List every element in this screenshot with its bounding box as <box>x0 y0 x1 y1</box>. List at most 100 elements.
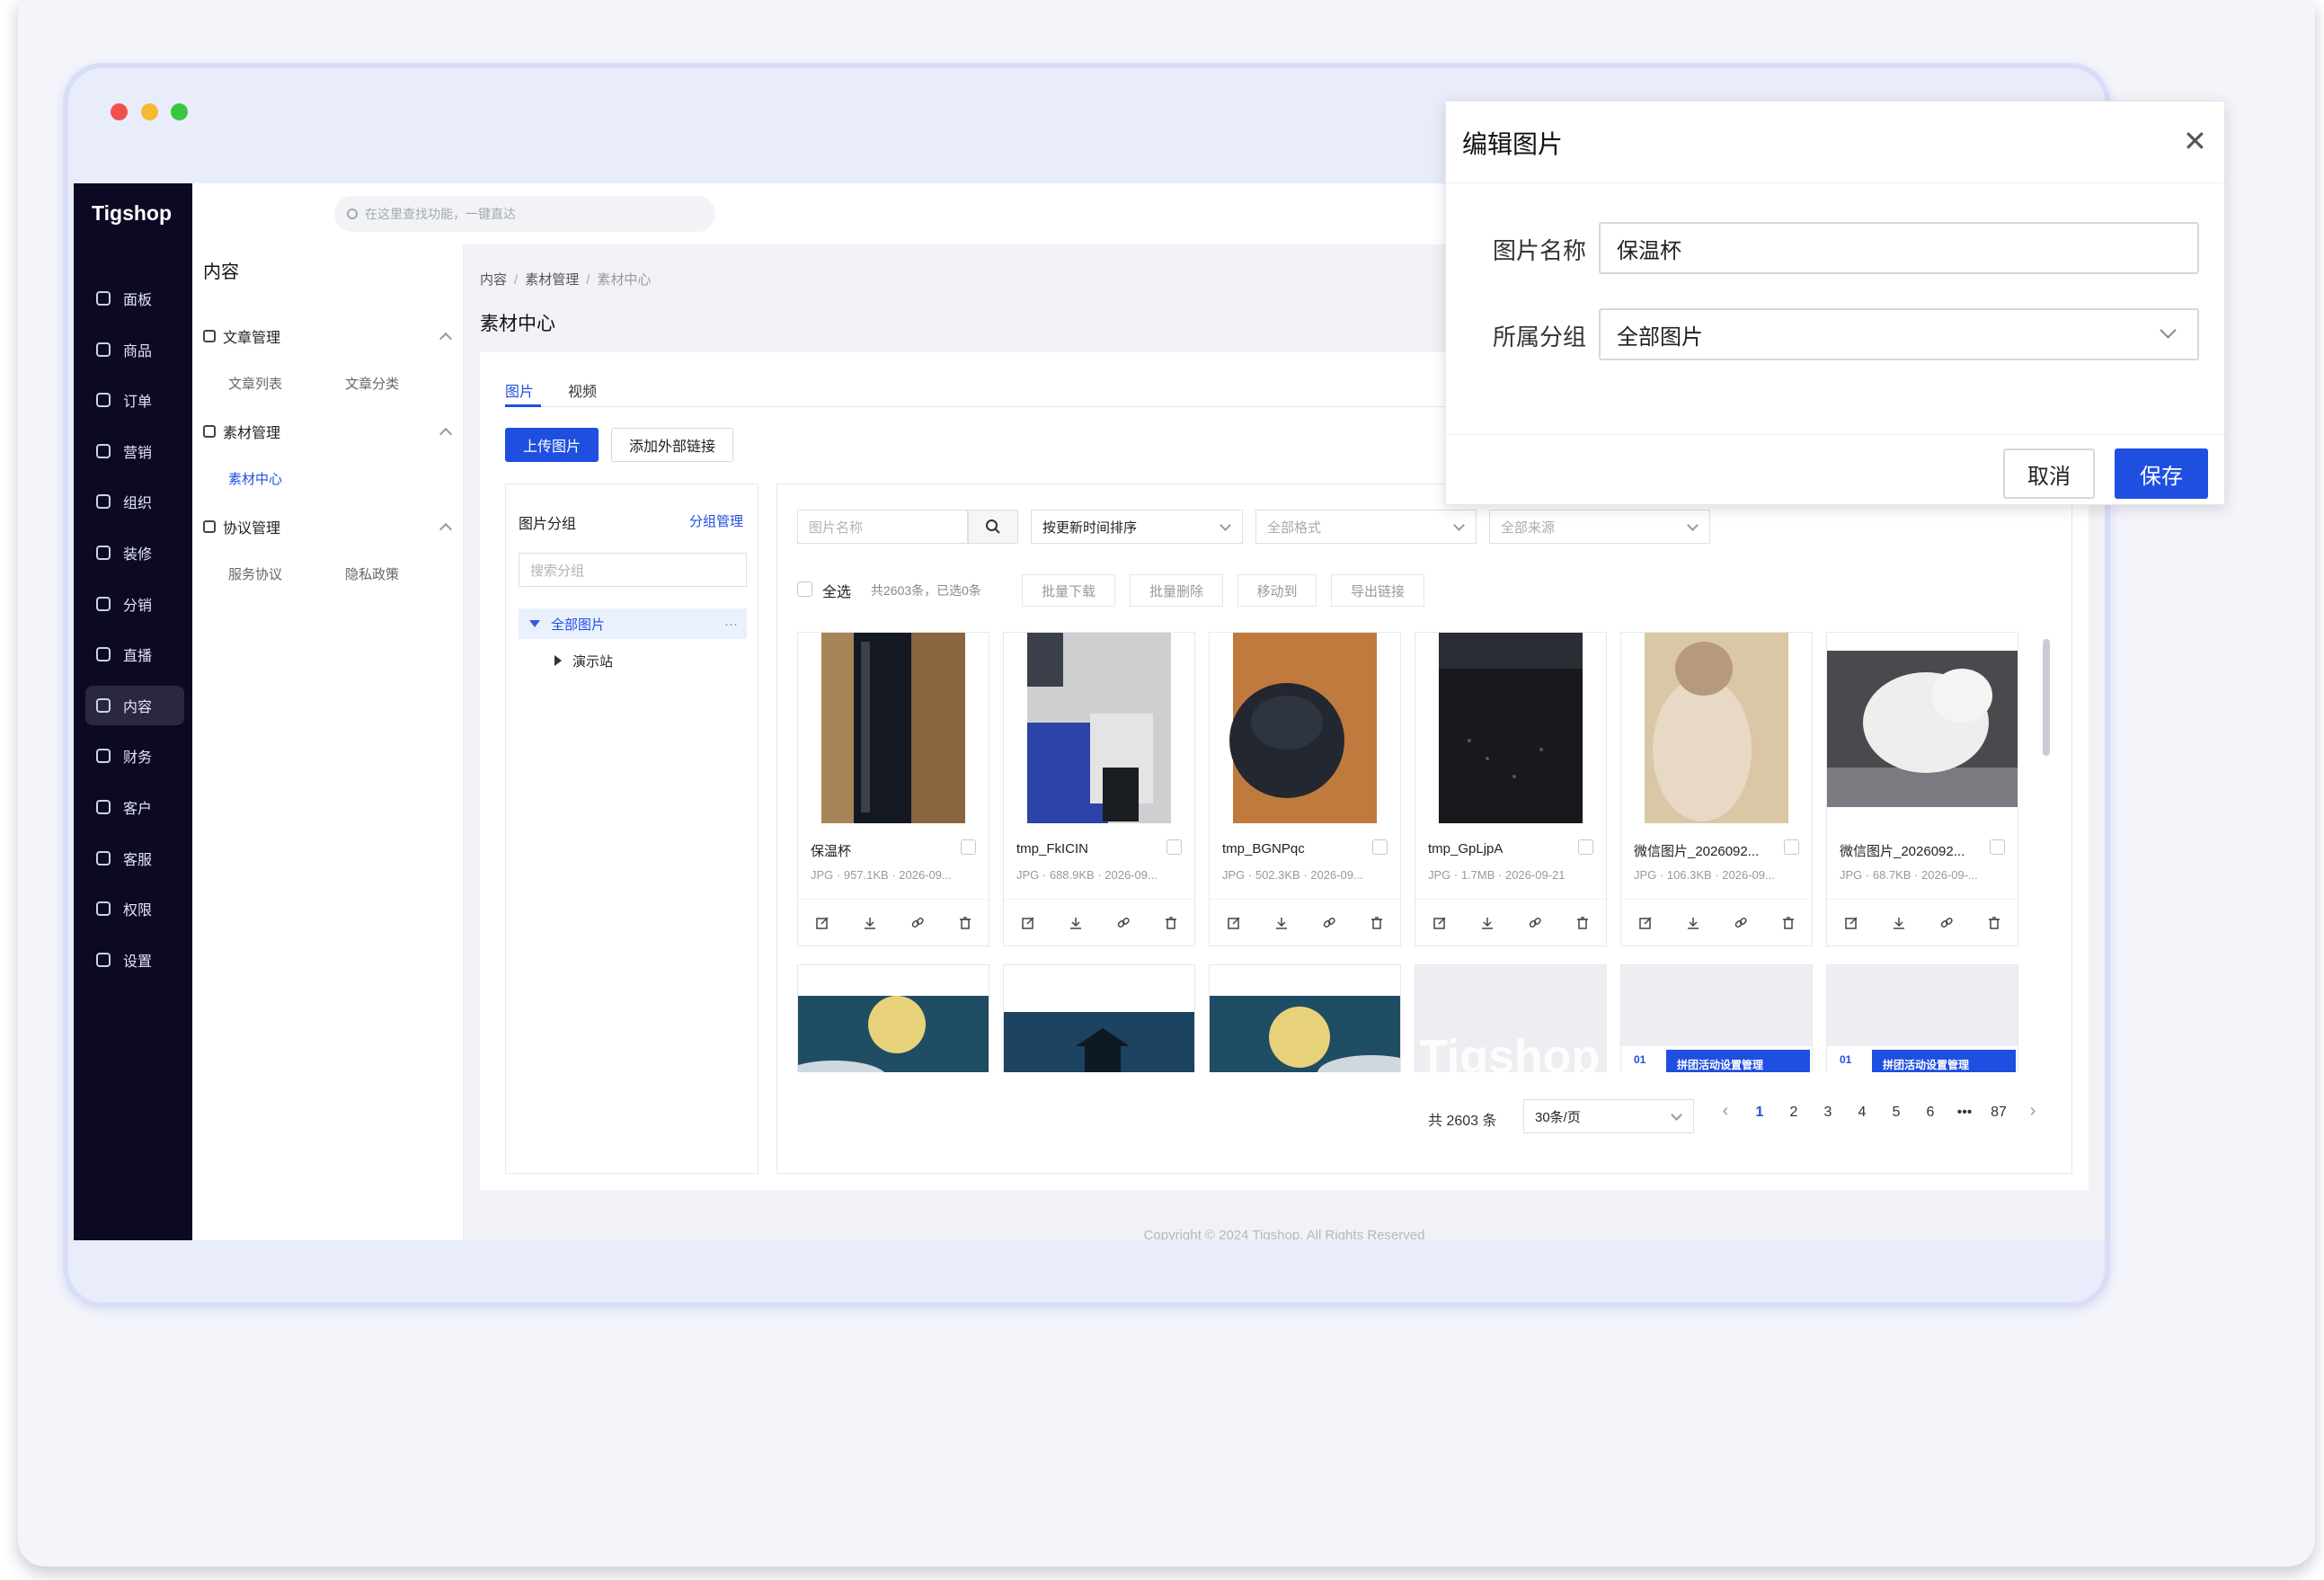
next-page-icon[interactable]: › <box>2019 1101 2046 1122</box>
tree-item-demo[interactable]: 演示站 <box>554 648 613 673</box>
search-button[interactable] <box>968 510 1018 544</box>
nav-item[interactable]: 财务 <box>85 736 184 776</box>
edit-icon[interactable] <box>1844 916 1858 930</box>
breadcrumb-item[interactable]: 素材管理 <box>525 272 579 288</box>
nav-item[interactable]: 营销 <box>85 431 184 471</box>
image-thumbnail[interactable] <box>1004 633 1194 823</box>
select-all-checkbox[interactable] <box>797 581 812 597</box>
subnav-group-2[interactable]: 协议管理 <box>203 516 453 537</box>
save-button[interactable]: 保存 <box>2115 448 2208 499</box>
link-icon[interactable] <box>910 916 925 930</box>
page-size-select[interactable]: 30条/页 <box>1523 1099 1694 1133</box>
subnav-item[interactable]: 文章分类 <box>345 374 399 393</box>
download-icon[interactable] <box>1480 916 1495 930</box>
nav-item[interactable]: 面板 <box>85 279 184 318</box>
breadcrumb-item[interactable]: 内容 <box>480 272 507 288</box>
close-icon[interactable]: ✕ <box>2183 127 2207 155</box>
edit-icon[interactable] <box>1638 916 1653 930</box>
image-thumbnail[interactable] <box>1210 633 1400 823</box>
edit-icon[interactable] <box>1227 916 1241 930</box>
nav-item[interactable]: 装修 <box>85 533 184 573</box>
image-card[interactable]: tmp_FkICIN JPG · 688.9KB · 2026-09... <box>1003 632 1195 946</box>
prev-page-icon[interactable]: ‹ <box>1712 1101 1739 1122</box>
subnav-group-0[interactable]: 文章管理 <box>203 325 453 347</box>
nav-item[interactable]: 设置 <box>85 940 184 980</box>
nav-item[interactable]: 订单 <box>85 380 184 420</box>
delete-icon[interactable] <box>1370 916 1384 930</box>
edit-icon[interactable] <box>1021 916 1035 930</box>
image-card[interactable]: tmp_BGNPqc JPG · 502.3KB · 2026-09... <box>1209 632 1401 946</box>
image-card[interactable] <box>1209 964 1401 1072</box>
image-thumbnail[interactable] <box>1621 633 1812 823</box>
link-icon[interactable] <box>1528 916 1542 930</box>
export-links-button[interactable]: 导出链接 <box>1331 574 1424 607</box>
link-icon[interactable] <box>1116 916 1131 930</box>
window-minimize-dot[interactable] <box>141 103 158 120</box>
sort-select[interactable]: 按更新时间排序 <box>1031 510 1243 544</box>
delete-icon[interactable] <box>1164 916 1178 930</box>
image-thumbnail[interactable] <box>1415 633 1606 823</box>
image-thumbnail[interactable] <box>798 633 989 823</box>
delete-icon[interactable] <box>1781 916 1796 930</box>
image-select-checkbox[interactable] <box>1784 839 1799 855</box>
image-card[interactable]: Tigshop <box>1415 964 1607 1072</box>
subnav-item[interactable]: 素材中心 <box>228 469 282 488</box>
image-name-field[interactable]: 保温杯 <box>1599 222 2199 274</box>
delete-icon[interactable] <box>1575 916 1590 930</box>
edit-icon[interactable] <box>815 916 829 930</box>
nav-item[interactable]: 直播 <box>85 635 184 674</box>
image-card[interactable] <box>1003 964 1195 1072</box>
global-search-input[interactable]: 在这里查找功能，一键直达 <box>334 196 715 232</box>
image-select-checkbox[interactable] <box>1990 839 2005 855</box>
link-icon[interactable] <box>1734 916 1748 930</box>
nav-item[interactable]: 组织 <box>85 482 184 521</box>
source-select[interactable]: 全部来源 <box>1489 510 1710 544</box>
window-close-dot[interactable] <box>111 103 128 120</box>
group-manage-link[interactable]: 分组管理 <box>689 511 743 530</box>
link-icon[interactable] <box>1939 916 1954 930</box>
download-icon[interactable] <box>1892 916 1906 930</box>
tree-item-all-images[interactable]: 全部图片 ··· <box>519 608 747 639</box>
window-maximize-dot[interactable] <box>171 103 188 120</box>
page-number[interactable]: ••• <box>1951 1105 1978 1121</box>
cancel-button[interactable]: 取消 <box>2003 448 2095 499</box>
subnav-item[interactable]: 文章列表 <box>228 374 282 393</box>
image-select-checkbox[interactable] <box>1578 839 1593 855</box>
subnav-item[interactable]: 服务协议 <box>228 564 282 583</box>
tab-images[interactable]: 图片 <box>505 379 534 401</box>
image-card[interactable]: 01 拼团活动设置管理 <box>1826 964 2018 1072</box>
page-number[interactable]: 4 <box>1849 1105 1876 1121</box>
format-select[interactable]: 全部格式 <box>1255 510 1477 544</box>
image-thumbnail[interactable] <box>1827 633 2018 823</box>
subnav-group-1[interactable]: 素材管理 <box>203 421 453 442</box>
image-card[interactable]: tmp_GpLjpA JPG · 1.7MB · 2026-09-21 <box>1415 632 1607 946</box>
nav-item[interactable]: 客服 <box>85 839 184 878</box>
image-select-checkbox[interactable] <box>961 839 976 855</box>
image-name-input[interactable]: 图片名称 <box>797 510 968 544</box>
group-search-input[interactable]: 搜索分组 <box>519 553 747 587</box>
more-icon[interactable]: ··· <box>724 617 738 632</box>
batch-download-button[interactable]: 批量下载 <box>1022 574 1115 607</box>
nav-item[interactable]: 内容 <box>85 685 184 725</box>
image-card[interactable]: 微信图片_2026092... JPG · 68.7KB · 2026-09-..… <box>1826 632 2018 946</box>
download-icon[interactable] <box>1686 916 1700 930</box>
add-external-link-button[interactable]: 添加外部链接 <box>611 428 733 462</box>
download-icon[interactable] <box>863 916 877 930</box>
group-select[interactable]: 全部图片 <box>1599 308 2199 360</box>
image-card[interactable] <box>797 964 989 1072</box>
nav-item[interactable]: 权限 <box>85 889 184 928</box>
upload-image-button[interactable]: 上传图片 <box>505 428 599 462</box>
page-number[interactable]: 3 <box>1814 1105 1841 1121</box>
move-to-button[interactable]: 移动到 <box>1237 574 1317 607</box>
download-icon[interactable] <box>1274 916 1289 930</box>
download-icon[interactable] <box>1069 916 1083 930</box>
subnav-item[interactable]: 隐私政策 <box>345 564 399 583</box>
nav-item[interactable]: 商品 <box>85 330 184 369</box>
page-number[interactable]: 1 <box>1746 1105 1773 1121</box>
batch-delete-button[interactable]: 批量删除 <box>1130 574 1223 607</box>
image-card[interactable]: 微信图片_2026092... JPG · 106.3KB · 2026-09..… <box>1620 632 1813 946</box>
nav-item[interactable]: 分销 <box>85 584 184 624</box>
page-number[interactable]: 2 <box>1780 1105 1807 1121</box>
image-select-checkbox[interactable] <box>1166 839 1182 855</box>
grid-scrollbar[interactable] <box>2043 639 2050 756</box>
